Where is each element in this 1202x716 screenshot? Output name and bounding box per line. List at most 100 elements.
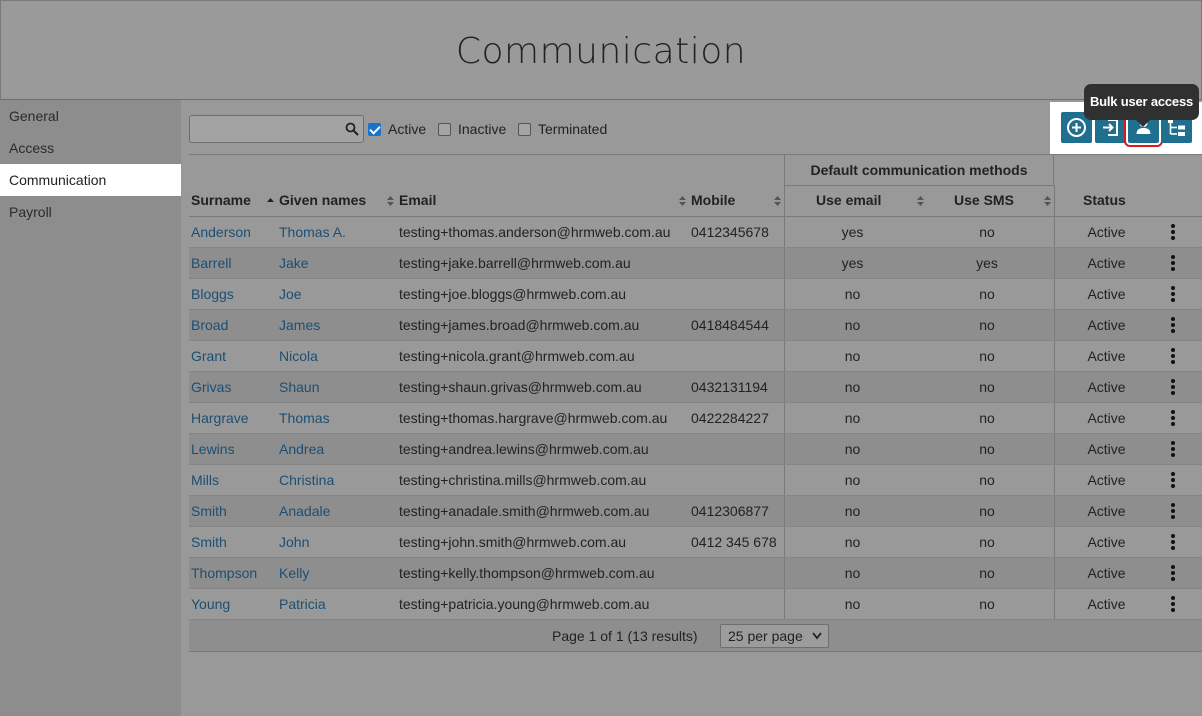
cell-given-names[interactable]: Joe [279,279,302,309]
active-checkbox[interactable] [368,122,381,136]
cell-given-names[interactable]: Thomas A. [279,217,346,247]
sidebar-item-communication[interactable]: Communication [0,164,181,196]
row-menu-icon[interactable] [1169,596,1177,613]
row-menu-icon[interactable] [1169,565,1177,582]
sidebar-item-payroll[interactable]: Payroll [0,196,181,228]
cell-email: testing+andrea.lewins@hrmweb.com.au [399,441,649,457]
row-menu-icon[interactable] [1169,534,1177,551]
table-row[interactable]: Grivas Shaun testing+shaun.grivas@hrmweb.c… [189,372,1202,403]
row-menu-icon[interactable] [1169,224,1177,241]
filter-active[interactable]: Active [368,120,426,138]
cell-use-sms: no [979,379,995,395]
search-icon[interactable] [345,122,359,136]
cell-given-names[interactable]: Shaun [279,372,319,402]
row-menu-icon[interactable] [1169,472,1177,489]
cell-surname[interactable]: Barrell [191,248,231,278]
cell-use-email: no [844,472,861,488]
cell-surname[interactable]: Broad [191,310,228,340]
table-row[interactable]: Young Patricia testing+patricia.young@hrmw… [189,589,1202,620]
cell-surname[interactable]: Bloggs [191,279,234,309]
sidebar-item-general[interactable]: General [0,100,181,132]
cell-surname[interactable]: Mills [191,465,219,495]
cell-surname[interactable]: Hargrave [191,403,249,433]
cell-given-names[interactable]: Nicola [279,341,318,371]
row-menu-icon[interactable] [1169,317,1177,334]
cell-given-names[interactable]: Christina [279,465,334,495]
cell-email: testing+joe.bloggs@hrmweb.com.au [399,286,627,302]
cell-surname[interactable]: Young [191,589,230,619]
row-menu-icon[interactable] [1169,348,1177,365]
sort-icon[interactable] [1044,196,1051,206]
table-row[interactable]: Hargrave Thomas testing+thomas.hargrave@hr… [189,403,1202,434]
table-body: Anderson Thomas A. testing+thomas.anderson… [189,217,1202,620]
page-title: Communication [455,31,747,72]
column-header-mobile[interactable]: Mobile [691,185,735,216]
cell-surname[interactable]: Smith [191,496,227,526]
cell-given-names[interactable]: John [279,527,309,557]
table-row[interactable]: Grant Nicola testing+nicola.grant@hrmweb.c… [189,341,1202,372]
table-row[interactable]: Lewins Andrea testing+andrea.lewins@hrmweb… [189,434,1202,465]
terminated-checkbox[interactable] [518,122,531,136]
cell-use-sms: no [979,224,995,240]
cell-surname[interactable]: Smith [191,527,227,557]
cell-use-email: no [844,348,861,364]
column-header-given-names[interactable]: Given names [279,185,366,216]
cell-given-names[interactable]: Patricia [279,589,326,619]
sort-icon[interactable] [774,196,781,206]
row-menu-icon[interactable] [1169,503,1177,520]
row-menu-icon[interactable] [1169,379,1177,396]
search-input[interactable] [189,115,364,143]
table-row[interactable]: Smith John testing+john.smith@hrmweb.com.a… [189,527,1202,558]
sort-icon[interactable] [917,196,924,206]
cell-surname[interactable]: Thompson [191,558,257,588]
cell-given-names[interactable]: Kelly [279,558,309,588]
table-row[interactable]: Bloggs Joe testing+joe.bloggs@hrmweb.com.a… [189,279,1202,310]
group-header-default-methods: Default communication methods [784,155,1054,186]
cell-given-names[interactable]: Thomas [279,403,330,433]
cell-email: testing+patricia.young@hrmweb.com.au [399,596,650,612]
cell-given-names[interactable]: James [279,310,320,340]
cell-use-email: no [844,565,861,581]
cell-given-names[interactable]: Anadale [279,496,330,526]
sort-asc-icon[interactable] [267,196,274,206]
sidebar-item-label: Payroll [9,204,52,220]
filter-inactive[interactable]: Inactive [438,120,506,138]
table-row[interactable]: Broad James testing+james.broad@hrmweb.com… [189,310,1202,341]
filter-terminated[interactable]: Terminated [518,120,607,138]
filter-label: Inactive [458,121,507,137]
column-header-use-sms[interactable]: Use SMS [954,185,1014,216]
sort-icon[interactable] [387,196,394,206]
cell-status: Active [1087,441,1126,457]
column-header-status[interactable]: Status [1083,185,1126,216]
cell-status: Active [1087,565,1126,581]
cell-surname[interactable]: Grant [191,341,226,371]
inactive-checkbox[interactable] [438,122,451,136]
table-row[interactable]: Barrell Jake testing+jake.barrell@hrmweb.c… [189,248,1202,279]
cell-surname[interactable]: Anderson [191,217,251,247]
column-header-email[interactable]: Email [399,185,436,216]
cell-use-email: yes [841,224,864,240]
row-menu-icon[interactable] [1169,286,1177,303]
sort-icon[interactable] [679,196,686,206]
table-row[interactable]: Mills Christina testing+christina.mills@hr… [189,465,1202,496]
column-header-surname[interactable]: Surname [191,185,251,216]
sidebar-item-access[interactable]: Access [0,132,181,164]
cell-email: testing+kelly.thompson@hrmweb.com.au [399,565,655,581]
pagination-bar: Page 1 of 1 (13 results) 25 per page [189,620,1202,652]
per-page-select[interactable]: 25 per page [720,624,829,648]
table-row[interactable]: Smith Anadale testing+anadale.smith@hrmweb… [189,496,1202,527]
cell-given-names[interactable]: Andrea [279,434,324,464]
cell-surname[interactable]: Lewins [191,434,235,464]
row-menu-icon[interactable] [1169,255,1177,272]
cell-status: Active [1087,348,1126,364]
table-row[interactable]: Anderson Thomas A. testing+thomas.anderson… [189,217,1202,248]
table-row[interactable]: Thompson Kelly testing+kelly.thompson@hrmw… [189,558,1202,589]
cell-surname[interactable]: Grivas [191,372,231,402]
cell-status: Active [1087,224,1126,240]
cell-status: Active [1087,379,1126,395]
row-menu-icon[interactable] [1169,441,1177,458]
sidebar-item-label: Communication [9,172,107,188]
row-menu-icon[interactable] [1169,410,1177,427]
cell-given-names[interactable]: Jake [279,248,309,278]
column-header-use-email[interactable]: Use email [816,185,881,216]
